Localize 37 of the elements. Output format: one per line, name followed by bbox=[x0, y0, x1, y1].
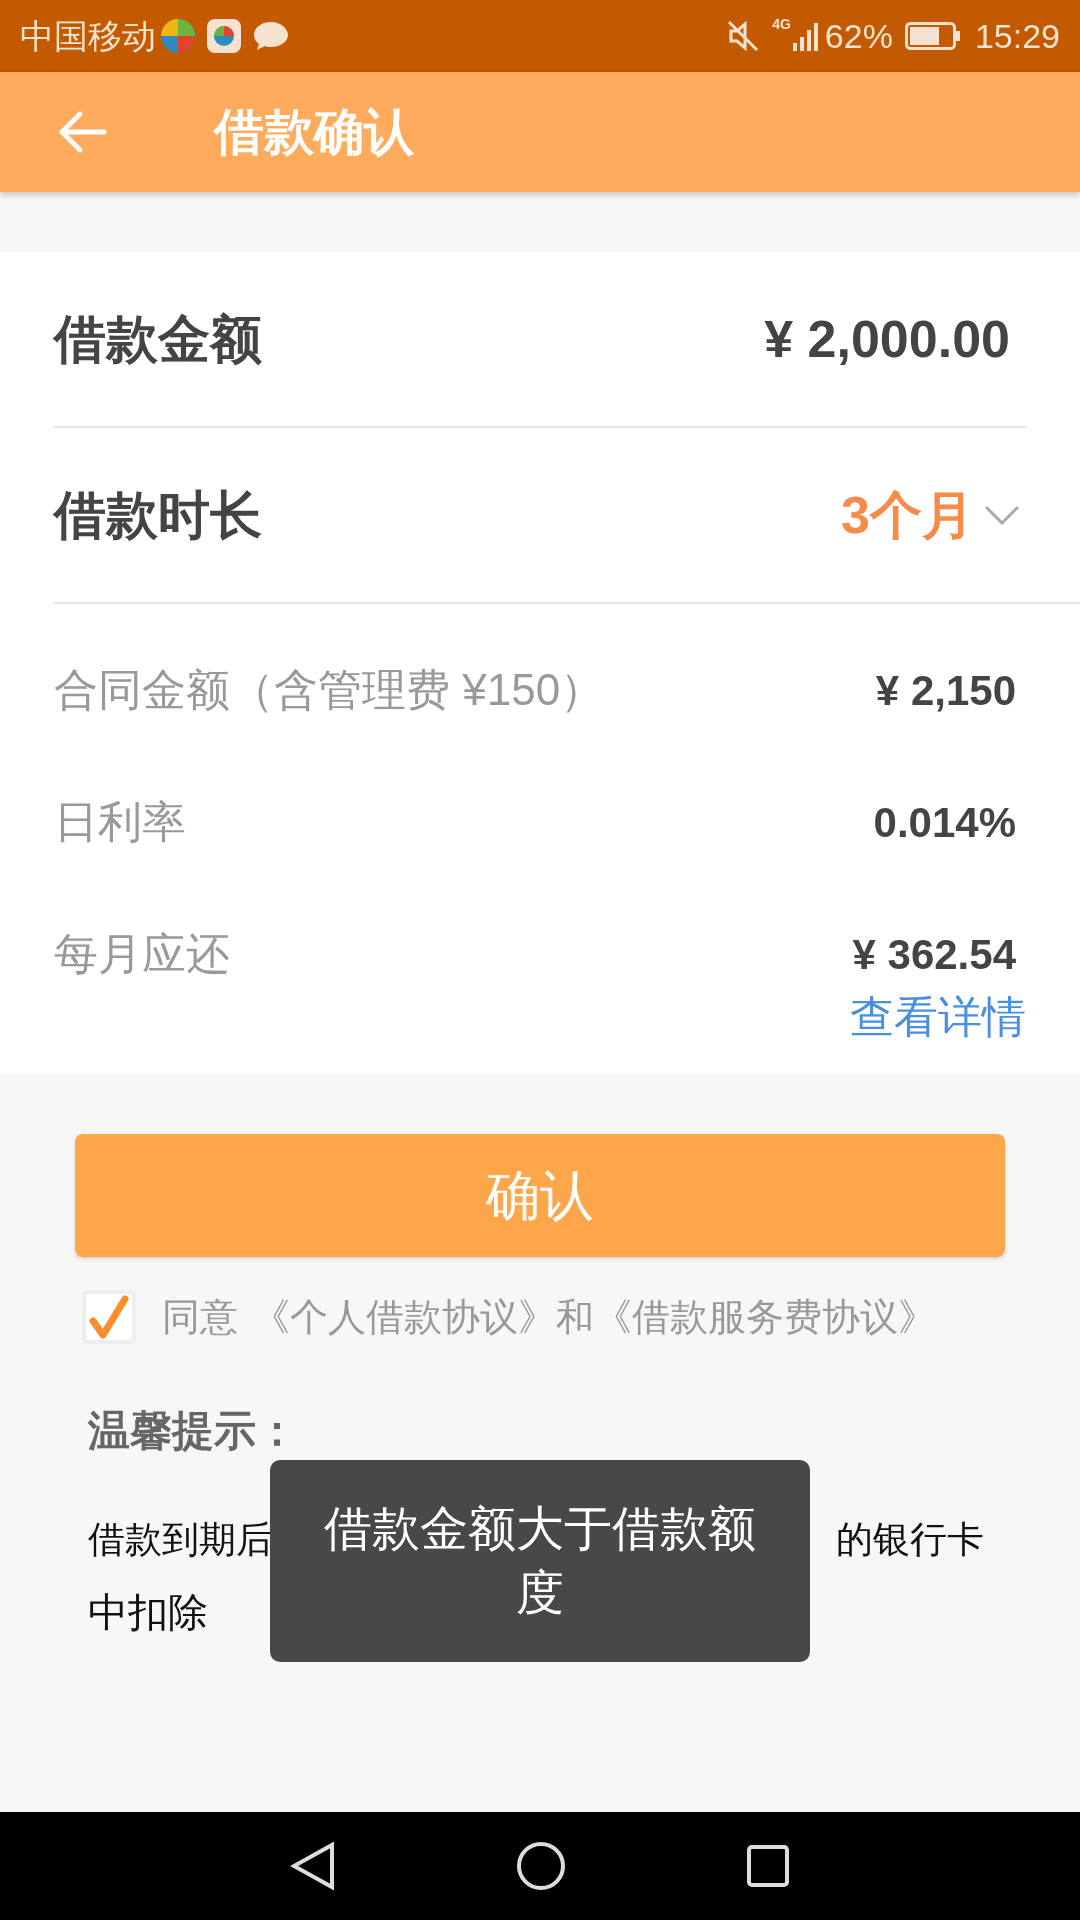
toast-message: 借款金额大于借款额度 bbox=[270, 1460, 810, 1662]
connector-text: 和 bbox=[556, 1294, 594, 1340]
tips-title: 温馨提示： bbox=[88, 1406, 299, 1456]
detail-label: 每月应还 bbox=[54, 928, 230, 980]
detail-value: 0.014% bbox=[873, 797, 1016, 848]
chat-bubble-icon bbox=[252, 20, 290, 52]
app-logo-icon bbox=[206, 18, 242, 54]
amount-value: ¥ 2,000.00 bbox=[764, 309, 1010, 370]
page-title: 借款确认 bbox=[214, 102, 414, 162]
carrier-name: 中国移动 bbox=[20, 15, 156, 57]
battery-percent: 62% bbox=[824, 15, 893, 57]
detail-value: ¥ 362.54 bbox=[852, 929, 1016, 980]
clock: 15:29 bbox=[974, 15, 1060, 57]
signal-icon bbox=[792, 21, 819, 51]
app-logo-icon bbox=[160, 18, 196, 54]
confirm-button[interactable]: 确认 bbox=[75, 1134, 1005, 1257]
term-label: 借款时长 bbox=[54, 485, 262, 546]
agreement-link[interactable]: 《借款服务费协议》 bbox=[594, 1288, 936, 1346]
recents-square-icon[interactable] bbox=[746, 1844, 790, 1888]
term-dropdown[interactable]: 3个月 bbox=[841, 476, 974, 554]
tips-text: 借款到期后 bbox=[88, 1518, 273, 1562]
detail-value: ¥ 2,150 bbox=[875, 665, 1016, 716]
battery-icon bbox=[904, 22, 961, 50]
agree-text: 同意 bbox=[162, 1294, 238, 1340]
view-details-link[interactable]: 查看详情 bbox=[850, 984, 1026, 1050]
tips-text: 中扣除 bbox=[88, 1588, 208, 1636]
back-triangle-icon[interactable] bbox=[290, 1841, 336, 1891]
checkmark-icon bbox=[89, 1295, 129, 1339]
detail-label: 日利率 bbox=[54, 796, 186, 848]
tips-text: 的银行卡 bbox=[836, 1518, 984, 1562]
amount-label: 借款金额 bbox=[54, 309, 262, 370]
mute-icon bbox=[726, 19, 761, 53]
agreement-link[interactable]: 《个人借款协议》 bbox=[252, 1288, 556, 1346]
agree-checkbox[interactable] bbox=[82, 1290, 136, 1344]
home-circle-icon[interactable] bbox=[516, 1841, 566, 1891]
network-type: 4G bbox=[772, 15, 791, 34]
detail-label: 合同金额（含管理费 ¥150） bbox=[54, 664, 605, 716]
